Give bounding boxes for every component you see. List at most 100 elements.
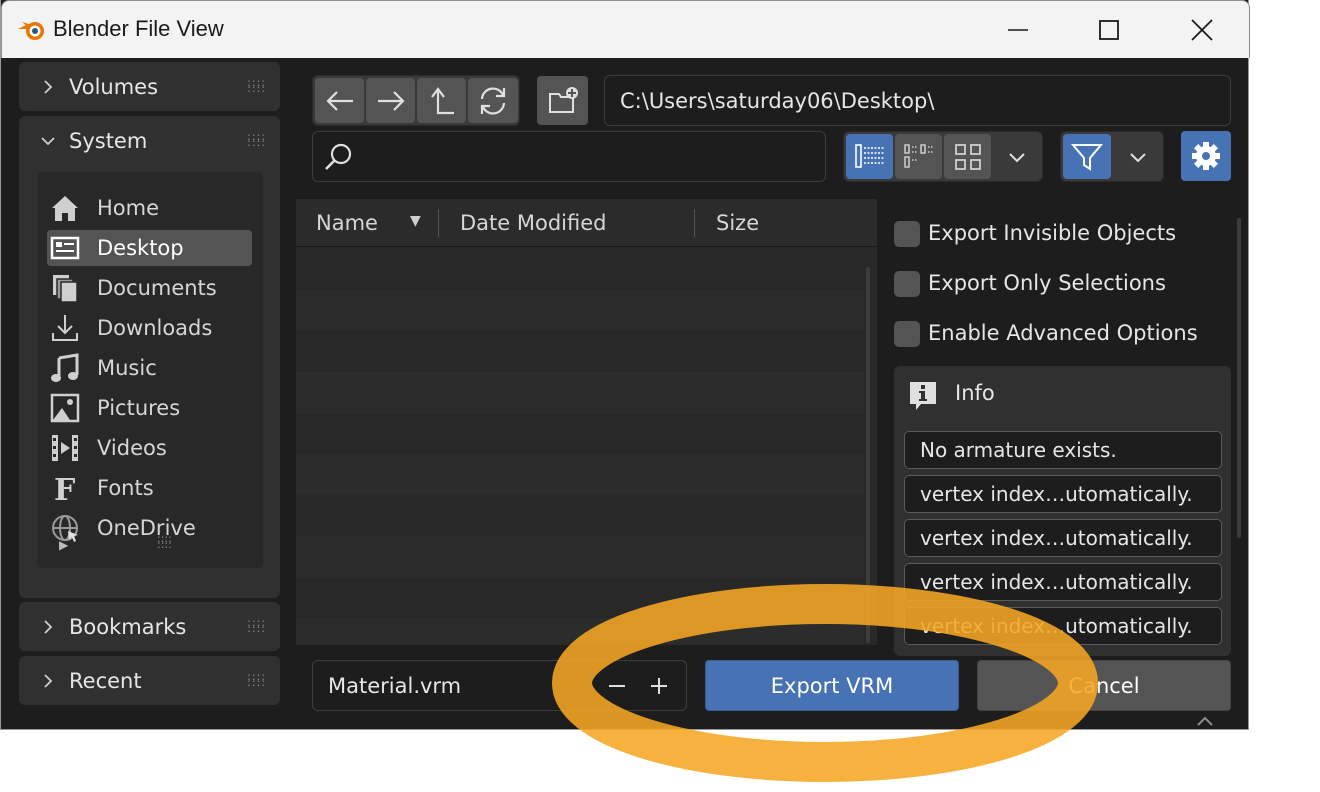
directory-path-field[interactable]: C:\Users\saturday06\Desktop\ xyxy=(604,75,1231,126)
place-downloads[interactable]: Downloads xyxy=(47,310,252,346)
decrement-filename-button[interactable] xyxy=(596,664,638,707)
enable-advanced-label[interactable]: Enable Advanced Options xyxy=(928,321,1198,345)
file-list[interactable]: Name ▼ Date Modified Size xyxy=(296,199,877,645)
cancel-button[interactable]: Cancel xyxy=(977,660,1231,711)
export-vrm-button[interactable]: Export VRM xyxy=(705,660,959,711)
list-row xyxy=(296,454,864,495)
place-desktop[interactable]: Desktop xyxy=(47,230,252,266)
display-settings-dropdown[interactable] xyxy=(993,134,1041,179)
bookmarks-header[interactable]: Bookmarks xyxy=(19,602,280,652)
place-pictures[interactable]: Pictures xyxy=(47,390,252,426)
volumes-label: Volumes xyxy=(69,75,159,99)
column-name-label: Name xyxy=(316,211,378,235)
place-label: Desktop xyxy=(97,236,184,260)
filename-text: Material.vrm xyxy=(328,673,462,698)
export-vrm-label: Export VRM xyxy=(770,673,894,698)
recent-label: Recent xyxy=(69,669,142,693)
column-size[interactable]: Size xyxy=(716,199,759,247)
export-invisible-label[interactable]: Export Invisible Objects xyxy=(928,221,1176,245)
new-folder-icon xyxy=(548,86,578,113)
refresh-button[interactable] xyxy=(468,78,518,123)
forward-button[interactable] xyxy=(366,78,415,123)
drag-grip-icon[interactable]: :::::::: xyxy=(247,131,266,148)
search-icon xyxy=(325,143,352,170)
file-dialog-window: Blender File View Volumes :::::::: Syste… xyxy=(0,0,1250,730)
settings-button[interactable] xyxy=(1181,131,1231,181)
export-only-selections-label[interactable]: Export Only Selections xyxy=(928,271,1166,295)
column-name[interactable]: Name xyxy=(316,199,378,247)
recent-header[interactable]: Recent xyxy=(19,656,280,706)
cancel-label: Cancel xyxy=(1068,673,1140,698)
close-button[interactable] xyxy=(1179,11,1225,49)
place-documents[interactable]: Documents xyxy=(47,270,252,306)
drag-grip-icon[interactable]: :::::::: xyxy=(247,617,266,634)
chevron-up-icon[interactable] xyxy=(1195,714,1215,728)
resize-grip-icon[interactable]: :::::::: xyxy=(157,533,172,550)
thumbnails-button[interactable] xyxy=(944,134,991,179)
filter-funnel-icon xyxy=(1071,143,1103,171)
directory-path-text: C:\Users\saturday06\Desktop\ xyxy=(620,88,935,113)
info-panel: Info No armature exists. vertex index…ut… xyxy=(894,366,1231,656)
place-fonts[interactable]: F Fonts xyxy=(47,470,252,506)
place-label: Downloads xyxy=(97,316,213,340)
info-message: No armature exists. xyxy=(904,431,1222,469)
drag-grip-icon[interactable]: :::::::: xyxy=(247,77,266,94)
home-icon xyxy=(49,192,81,224)
column-divider[interactable] xyxy=(694,209,695,237)
chevron-down-icon xyxy=(1129,152,1146,162)
place-home[interactable]: Home xyxy=(47,190,252,226)
volumes-header[interactable]: Volumes xyxy=(19,62,280,112)
info-icon xyxy=(910,382,936,410)
place-videos[interactable]: Videos xyxy=(47,430,252,466)
search-input[interactable] xyxy=(312,131,826,182)
column-date-modified[interactable]: Date Modified xyxy=(460,199,606,247)
info-message: vertex index…utomatically. xyxy=(904,475,1222,513)
gear-icon xyxy=(1192,142,1220,170)
new-folder-button[interactable] xyxy=(537,76,588,125)
title-bar: Blender File View xyxy=(1,0,1250,58)
expand-arrow-icon[interactable]: ▶ xyxy=(59,538,68,552)
filter-group xyxy=(1060,131,1164,182)
arrow-right-icon xyxy=(377,90,405,111)
place-label: Videos xyxy=(97,436,167,460)
blender-logo-icon xyxy=(18,22,44,40)
list-row xyxy=(296,618,864,645)
close-icon xyxy=(1191,19,1213,41)
back-button[interactable] xyxy=(315,78,364,123)
list-row xyxy=(296,372,864,413)
column-divider[interactable] xyxy=(438,209,439,237)
filter-dropdown[interactable] xyxy=(1113,134,1162,179)
volumes-panel[interactable]: Volumes :::::::: xyxy=(19,62,280,111)
info-message: vertex index…utomatically. xyxy=(904,607,1222,645)
fonts-icon: F xyxy=(49,472,81,504)
vertical-list-button[interactable] xyxy=(846,134,893,179)
bookmarks-label: Bookmarks xyxy=(69,615,187,639)
sort-descending-icon[interactable]: ▼ xyxy=(410,213,421,229)
enable-advanced-checkbox[interactable] xyxy=(894,321,920,347)
increment-filename-button[interactable] xyxy=(638,664,680,707)
drag-grip-icon[interactable]: :::::::: xyxy=(247,671,266,688)
maximize-button[interactable] xyxy=(1086,11,1132,49)
refresh-icon xyxy=(480,86,506,115)
place-label: Pictures xyxy=(97,396,181,420)
bookmarks-panel[interactable]: Bookmarks :::::::: xyxy=(19,602,280,651)
recent-panel[interactable]: Recent :::::::: xyxy=(19,656,280,705)
parent-directory-button[interactable] xyxy=(417,78,466,123)
horizontal-list-button[interactable] xyxy=(895,134,942,179)
place-onedrive[interactable]: OneDrive xyxy=(47,510,252,546)
minimize-button[interactable] xyxy=(995,11,1041,49)
list-row xyxy=(296,577,864,618)
place-music[interactable]: Music xyxy=(47,350,252,386)
filter-toggle-button[interactable] xyxy=(1063,134,1111,179)
chevron-down-icon xyxy=(41,137,55,146)
export-only-selections-checkbox[interactable] xyxy=(894,271,920,297)
system-header[interactable]: System xyxy=(19,116,280,166)
documents-icon xyxy=(49,272,81,304)
system-label: System xyxy=(69,129,148,153)
file-list-scrollbar[interactable] xyxy=(866,267,870,643)
chevron-right-icon xyxy=(44,674,53,688)
grid-view-icon xyxy=(954,143,981,170)
place-label: Fonts xyxy=(97,476,154,500)
export-invisible-checkbox[interactable] xyxy=(894,221,920,247)
options-scrollbar[interactable] xyxy=(1237,218,1241,538)
